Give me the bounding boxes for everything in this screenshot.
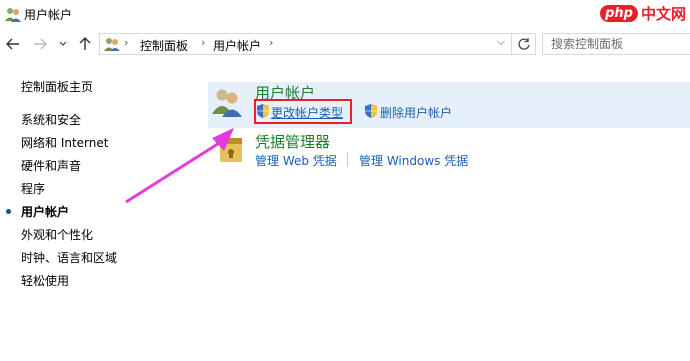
link-divider	[347, 152, 348, 166]
chevron-right-icon[interactable]: ›	[269, 36, 273, 49]
watermark-text: 中文网	[640, 4, 686, 23]
manage-windows-credentials-link[interactable]: 管理 Windows 凭据	[359, 152, 468, 169]
sidebar-home-link[interactable]: 控制面板主页	[21, 78, 93, 95]
active-bullet	[6, 209, 11, 214]
delete-user-account-link[interactable]: 删除用户帐户	[380, 104, 452, 121]
manage-web-credentials-link[interactable]: 管理 Web 凭据	[255, 152, 337, 169]
sidebar-item-system-security[interactable]: 系统和安全	[21, 111, 81, 128]
sidebar-item-hardware-sound[interactable]: 硬件和声音	[21, 157, 81, 174]
forward-arrow-icon[interactable]	[32, 36, 48, 52]
refresh-button[interactable]	[511, 33, 536, 55]
watermark-php: php	[600, 4, 638, 22]
user-accounts-icon	[5, 8, 21, 22]
refresh-icon	[518, 38, 530, 50]
breadcrumb-control-panel[interactable]: 控制面板	[140, 37, 188, 54]
address-bar[interactable]: › 控制面板 › 用户帐户 › ⌵	[99, 33, 536, 55]
chevron-down-icon[interactable]	[58, 36, 68, 52]
breadcrumb-user-accounts[interactable]: 用户帐户	[213, 37, 261, 54]
title-bar: 用户帐户 php 中文网	[0, 0, 690, 28]
user-accounts-icon	[104, 38, 120, 51]
back-arrow-icon[interactable]	[5, 36, 21, 52]
annotation-arrow	[125, 128, 234, 204]
sidebar-item-user-accounts[interactable]: 用户帐户	[21, 203, 69, 220]
credential-manager-title[interactable]: 凭据管理器	[255, 131, 330, 152]
sidebar-item-programs[interactable]: 程序	[21, 180, 45, 197]
chevron-right-icon[interactable]: ›	[201, 36, 205, 49]
address-dropdown-icon[interactable]: ⌵	[497, 35, 505, 49]
chevron-right-icon: ›	[124, 36, 129, 49]
sidebar-item-appearance[interactable]: 外观和个性化	[21, 226, 93, 243]
window-title: 用户帐户	[24, 8, 73, 22]
sidebar-item-ease-of-access[interactable]: 轻松使用	[21, 272, 69, 289]
search-box[interactable]	[542, 33, 690, 55]
up-arrow-icon[interactable]	[77, 36, 93, 52]
annotation-highlight-box	[254, 99, 352, 124]
search-input[interactable]	[551, 35, 690, 53]
sidebar-item-clock-language[interactable]: 时钟、语言和区域	[21, 249, 117, 266]
user-accounts-icon[interactable]	[211, 86, 243, 118]
watermark-logo: php 中文网	[600, 2, 686, 24]
uac-shield-icon	[365, 104, 377, 118]
sidebar-item-network[interactable]: 网络和 Internet	[21, 134, 108, 151]
